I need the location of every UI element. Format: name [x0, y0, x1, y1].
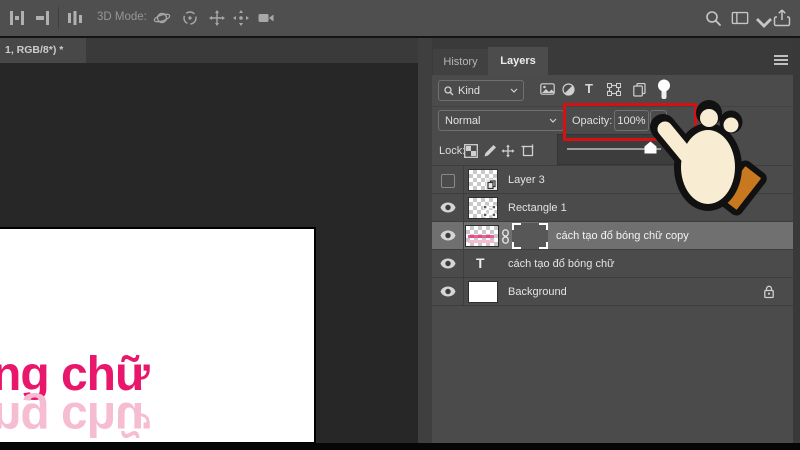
layer-thumbnail[interactable]: [468, 169, 498, 191]
layers-panel: History Layers Kind T Normal Opacity: 10…: [432, 38, 793, 444]
layer-row-rectangle1[interactable]: Rectangle 1: [432, 194, 793, 222]
opacity-slider-handle[interactable]: [644, 141, 657, 154]
panel-tab-strip: History Layers: [432, 38, 793, 75]
eye-icon[interactable]: [440, 230, 456, 241]
options-bar: 3D Mode:: [0, 0, 800, 38]
mask-selected-corners: [512, 223, 548, 249]
orbit-3d-icon[interactable]: [153, 9, 171, 27]
text-layer-icon: T: [476, 255, 485, 271]
layer-row-background[interactable]: Background: [432, 278, 793, 306]
panel-menu-icon[interactable]: [774, 55, 788, 65]
bottom-letterbox: [0, 443, 800, 450]
layer-name: cách tạo đổ bóng chữ: [508, 258, 615, 270]
canvas-workspace: ng chữ ng chữ: [0, 63, 418, 450]
shape-layer-filter-icon[interactable]: [607, 83, 621, 96]
panel-right-edge: [793, 38, 800, 450]
share-icon[interactable]: [773, 9, 791, 27]
lock-position-icon[interactable]: [501, 144, 515, 158]
thumbnail-content-reflection: [468, 240, 494, 243]
type-layer-filter-icon[interactable]: T: [585, 81, 593, 96]
document-canvas[interactable]: ng chữ ng chữ: [0, 227, 316, 445]
drag-3d-icon[interactable]: [208, 9, 226, 27]
layer-name: Background: [508, 286, 567, 298]
eye-icon[interactable]: [440, 286, 456, 297]
layer-row-selected[interactable]: cách tạo đổ bóng chữ copy: [432, 222, 793, 250]
toolbar-divider: [58, 7, 59, 29]
tab-history[interactable]: History: [433, 49, 488, 75]
chevron-down-icon: [510, 88, 518, 93]
chevron-down-icon: [549, 118, 557, 123]
align-edges-icon[interactable]: [34, 9, 52, 27]
highlight-annotation-box: [563, 103, 697, 141]
distribute-icon[interactable]: [66, 9, 84, 27]
camera-3d-icon[interactable]: [257, 9, 275, 27]
document-tab[interactable]: 1, RGB/8*) *: [0, 38, 86, 63]
link-mask-icon[interactable]: [501, 229, 510, 244]
layer-thumbnail[interactable]: [468, 281, 498, 303]
3d-mode-label: 3D Mode:: [97, 11, 147, 23]
search-icon: [444, 85, 454, 95]
lock-badge-icon: [764, 285, 774, 299]
layer-name: Rectangle 1: [508, 202, 567, 214]
layer-name: Layer 3: [508, 174, 545, 186]
smart-object-filter-icon[interactable]: [633, 83, 646, 97]
panel-dock-gap: [418, 38, 432, 450]
chevron-down-icon[interactable]: [755, 14, 773, 32]
align-objects-icon[interactable]: [8, 9, 26, 27]
layers-list: Layer 3 Rectangle 1 cách tạo đổ bóng chữ…: [432, 165, 793, 307]
roll-3d-icon[interactable]: [181, 9, 199, 27]
layer-row-layer3[interactable]: Layer 3: [432, 166, 793, 194]
document-tab-bar: 1, RGB/8*) *: [0, 38, 418, 63]
canvas-text-reflection: ng chữ: [0, 392, 149, 445]
smart-object-badge-icon: [486, 179, 497, 190]
kind-filter-dropdown[interactable]: Kind: [438, 80, 524, 101]
lock-artboard-icon[interactable]: [521, 144, 536, 158]
slide-3d-icon[interactable]: [232, 9, 250, 27]
search-icon[interactable]: [704, 9, 722, 27]
layer-thumbnail[interactable]: [468, 197, 498, 219]
lock-label: Lock:: [439, 145, 466, 157]
eye-icon[interactable]: [440, 202, 456, 213]
blend-mode-dropdown[interactable]: Normal: [438, 110, 564, 131]
kind-filter-label: Kind: [458, 84, 481, 97]
workspace-switcher-icon[interactable]: [731, 9, 749, 27]
blend-opacity-row: Normal Opacity: 100%: [432, 103, 793, 141]
eye-icon[interactable]: [440, 258, 456, 269]
photoshop-window: 3D Mode: 1, RGB/8*) * ng chữ ng chữ Hist…: [0, 0, 800, 450]
thumbnail-content: [468, 235, 494, 238]
blend-mode-value: Normal: [445, 114, 481, 127]
layer-mask-thumbnail[interactable]: [512, 223, 548, 249]
layer-row-text[interactable]: T cách tạo đổ bóng chữ: [432, 250, 793, 278]
shape-layer-badge-icon: [483, 205, 496, 217]
layer-thumbnail[interactable]: [465, 225, 499, 247]
filter-toggle-icon[interactable]: [657, 79, 671, 101]
visibility-checkbox-empty[interactable]: [441, 174, 455, 188]
lock-pixels-icon[interactable]: [483, 144, 497, 158]
lock-transparency-icon[interactable]: [464, 144, 478, 158]
layer-name: cách tạo đổ bóng chữ copy: [556, 230, 689, 242]
adjustment-layer-filter-icon[interactable]: [562, 83, 575, 96]
pixel-layer-filter-icon[interactable]: [540, 83, 555, 95]
eye-column-divider: [463, 166, 464, 306]
tab-layers[interactable]: Layers: [488, 47, 548, 75]
